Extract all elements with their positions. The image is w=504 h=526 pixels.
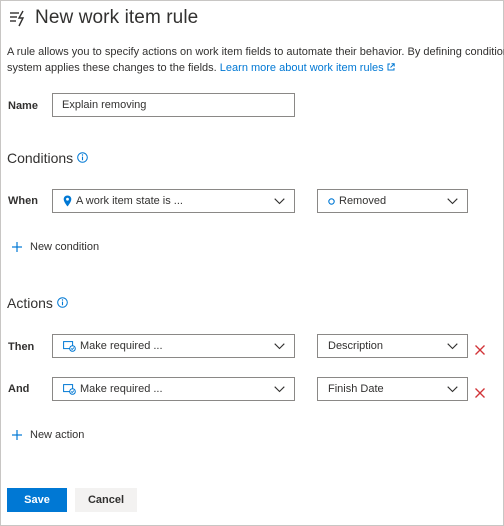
condition-value-dropdown[interactable]: Removed bbox=[317, 189, 468, 213]
rule-icon bbox=[8, 8, 28, 28]
delete-icon[interactable] bbox=[474, 343, 486, 355]
chevron-down-icon bbox=[274, 197, 285, 205]
plus-icon bbox=[12, 430, 22, 440]
chevron-down-icon bbox=[447, 197, 458, 205]
chevron-down-icon bbox=[274, 385, 285, 393]
info-icon[interactable] bbox=[57, 295, 68, 311]
action-text: Make required ... bbox=[80, 340, 163, 352]
chevron-down-icon bbox=[447, 342, 458, 350]
rule-action-icon bbox=[63, 340, 76, 352]
external-link-icon bbox=[387, 60, 395, 76]
then-label: Then bbox=[8, 341, 35, 353]
new-action-button[interactable]: New action bbox=[12, 429, 84, 441]
conditions-heading: Conditions bbox=[7, 150, 88, 166]
conditions-title: Conditions bbox=[7, 150, 74, 166]
action-field-dropdown[interactable]: Finish Date bbox=[317, 377, 468, 401]
learn-more-link[interactable]: Learn more about work item rules bbox=[220, 62, 384, 74]
chevron-down-icon bbox=[447, 385, 458, 393]
intro-line-2-text: system applies these changes to the fiel… bbox=[7, 62, 220, 74]
page-header: New work item rule bbox=[8, 5, 198, 31]
info-icon[interactable] bbox=[77, 150, 88, 166]
new-condition-button[interactable]: New condition bbox=[12, 241, 99, 253]
action-field-text: Description bbox=[328, 340, 384, 352]
when-label: When bbox=[8, 195, 38, 207]
actions-title: Actions bbox=[7, 295, 53, 311]
action-text: Make required ... bbox=[80, 383, 163, 395]
rule-action-icon bbox=[63, 383, 76, 395]
action-dropdown[interactable]: Make required ... bbox=[52, 334, 295, 358]
chevron-down-icon bbox=[274, 342, 285, 350]
cancel-button[interactable]: Cancel bbox=[75, 488, 137, 512]
plus-icon bbox=[12, 242, 22, 252]
intro-text: A rule allows you to specify actions on … bbox=[7, 44, 504, 76]
new-action-label: New action bbox=[30, 429, 85, 441]
dialog-frame bbox=[0, 0, 504, 526]
intro-line-2: system applies these changes to the fiel… bbox=[7, 60, 504, 76]
name-input[interactable] bbox=[52, 93, 295, 117]
action-field-text: Finish Date bbox=[328, 383, 384, 395]
save-button[interactable]: Save bbox=[7, 488, 67, 512]
action-field-dropdown[interactable]: Description bbox=[317, 334, 468, 358]
new-condition-label: New condition bbox=[30, 241, 100, 253]
action-dropdown[interactable]: Make required ... bbox=[52, 377, 295, 401]
delete-icon[interactable] bbox=[474, 386, 486, 398]
circle-outline-icon bbox=[328, 197, 335, 205]
condition-value-text: Removed bbox=[339, 195, 387, 207]
intro-line-1: A rule allows you to specify actions on … bbox=[7, 46, 504, 58]
condition-field-text: A work item state is ... bbox=[76, 195, 183, 207]
and-label: And bbox=[8, 383, 30, 395]
location-pin-icon bbox=[63, 195, 72, 207]
page-title: New work item rule bbox=[35, 7, 199, 28]
condition-field-dropdown[interactable]: A work item state is ... bbox=[52, 189, 295, 213]
name-label: Name bbox=[8, 100, 38, 112]
actions-heading: Actions bbox=[7, 295, 68, 311]
